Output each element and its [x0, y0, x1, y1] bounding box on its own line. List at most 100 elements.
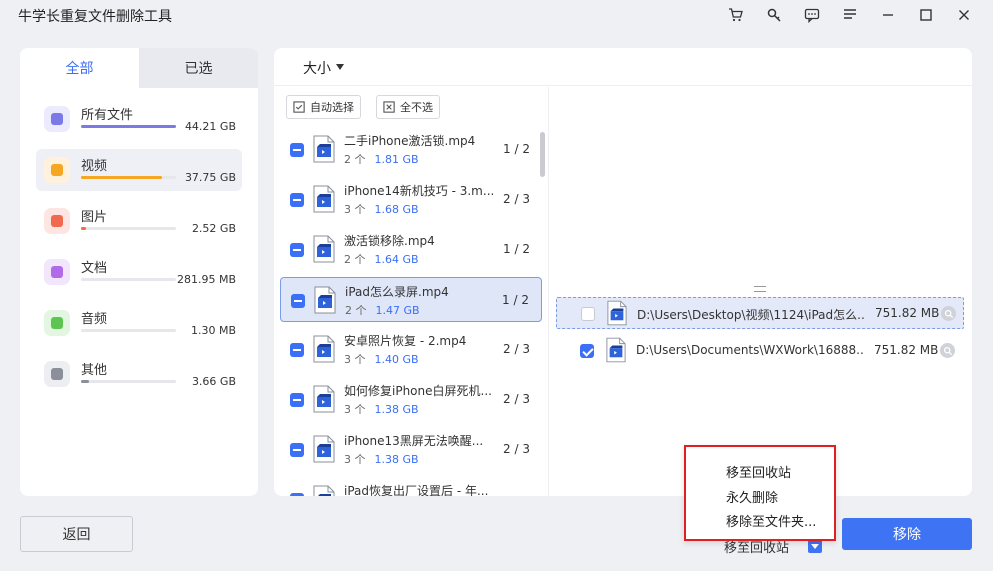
group-file-count: 3 个: [344, 353, 366, 366]
category-item-all-files[interactable]: 所有文件 44.21 GB: [36, 98, 242, 140]
group-checkbox[interactable]: [290, 393, 304, 407]
group-file-name: 二手iPhone激活锁.mp4: [344, 134, 476, 148]
video-file-icon: [313, 335, 335, 363]
group-selected-count: 1 / 2: [502, 293, 529, 307]
group-checkbox[interactable]: [290, 343, 304, 357]
group-file-count: 3 个: [344, 403, 366, 416]
group-row[interactable]: iPad恢复出厂设置后 - 年...: [280, 477, 542, 496]
duplicate-file-size: 751.82 MB: [875, 306, 940, 320]
menu-item-recycle-bin[interactable]: 移至回收站: [726, 462, 791, 481]
group-size: 1.38 GB: [374, 403, 419, 416]
category-name: 所有文件: [81, 108, 134, 123]
menu-item-move-to-folder[interactable]: 移除至文件夹...: [726, 511, 816, 530]
title-bar: 牛学长重复文件删除工具: [0, 0, 993, 32]
group-checkbox[interactable]: [290, 143, 304, 157]
category-name: 音频: [81, 312, 108, 327]
group-row[interactable]: iPhone13黑屏无法唤醒... 3 个 1.38 GB 2 / 3: [280, 427, 542, 472]
preview-icon[interactable]: [941, 306, 956, 321]
category-usage-bar: [81, 278, 176, 281]
group-file-name: 如何修复iPhone白屏死机...: [344, 384, 492, 398]
category-usage-bar: [81, 125, 176, 128]
group-size: 1.81 GB: [374, 153, 419, 166]
video-file-icon: [313, 385, 335, 413]
preview-icon[interactable]: [940, 343, 955, 358]
group-row[interactable]: 二手iPhone激活锁.mp4 2 个 1.81 GB 1 / 2: [280, 127, 542, 172]
duplicate-checkbox[interactable]: [581, 307, 595, 321]
group-checkbox[interactable]: [290, 243, 304, 257]
group-file-count: 2 个: [345, 304, 367, 317]
category-panel: 全部 已选 所有文件 44.21 GB 视频 37.75 GB 图片 2.52 GB 文档 2…: [20, 48, 258, 496]
deselect-all-button[interactable]: 全不选: [376, 95, 440, 119]
group-meta: 2 个 1.47 GB: [345, 302, 420, 318]
app-title: 牛学长重复文件删除工具: [18, 9, 172, 25]
duplicate-file-row[interactable]: D:\Users\Documents\WXWork\16888... 751.82…: [556, 335, 964, 367]
key-icon[interactable]: [755, 4, 793, 26]
category-name: 图片: [81, 210, 108, 225]
minimize-icon[interactable]: [869, 4, 907, 26]
category-item-images[interactable]: 图片 2.52 GB: [36, 200, 242, 242]
resize-handle[interactable]: [754, 286, 766, 292]
deselect-icon: [383, 100, 395, 113]
duplicate-file-row[interactable]: D:\Users\Desktop\视频\1124\iPad怎么... 751.82…: [556, 297, 964, 329]
move-action-menu: 移至回收站 永久删除 移除至文件夹...: [684, 445, 836, 541]
group-size: 1.64 GB: [374, 253, 419, 266]
duplicate-checkbox[interactable]: [580, 344, 594, 358]
category-size: 2.52 GB: [191, 222, 236, 235]
group-checkbox[interactable]: [290, 493, 304, 496]
group-row[interactable]: 如何修复iPhone白屏死机... 3 个 1.38 GB 2 / 3: [280, 377, 542, 422]
category-usage-bar: [81, 380, 176, 383]
tab-all[interactable]: 全部: [20, 48, 139, 88]
video-icon: [44, 157, 70, 183]
group-checkbox[interactable]: [291, 294, 305, 308]
menu-icon[interactable]: [831, 4, 869, 26]
close-icon[interactable]: [945, 4, 983, 26]
group-row[interactable]: iPhone14新机技巧 - 3.m... 3 个 1.68 GB 2 / 3: [280, 177, 542, 222]
group-file-count: 2 个: [344, 253, 366, 266]
group-checkbox[interactable]: [290, 443, 304, 457]
group-size: 1.40 GB: [374, 353, 419, 366]
group-selected-count: 1 / 2: [503, 242, 530, 256]
category-item-documents[interactable]: 文档 281.95 MB: [36, 251, 242, 293]
remove-button[interactable]: 移除: [842, 518, 972, 550]
category-size: 44.21 GB: [184, 120, 236, 133]
group-meta: 3 个 1.38 GB: [344, 401, 419, 417]
cart-icon[interactable]: [717, 4, 755, 26]
maximize-icon[interactable]: [907, 4, 945, 26]
duplicate-file-path: D:\Users\Desktop\视频\1124\iPad怎么...: [637, 308, 865, 322]
category-item-video[interactable]: 视频 37.75 GB: [36, 149, 242, 191]
group-selected-count: 2 / 3: [503, 342, 530, 356]
feedback-icon[interactable]: [793, 4, 831, 26]
list-scrollbar[interactable]: [540, 132, 545, 177]
group-row[interactable]: iPad怎么录屏.mp4 2 个 1.47 GB 1 / 2: [280, 277, 542, 322]
group-checkbox[interactable]: [290, 193, 304, 207]
video-file-icon: [313, 135, 335, 163]
group-meta: 3 个 1.68 GB: [344, 201, 419, 217]
group-file-name: iPhone14新机技巧 - 3.m...: [344, 184, 494, 198]
group-row[interactable]: 安卓照片恢复 - 2.mp4 3 个 1.40 GB 2 / 3: [280, 327, 542, 372]
caret-down-icon[interactable]: [336, 64, 344, 70]
audio-icon: [44, 310, 70, 336]
group-file-name: iPhone13黑屏无法唤醒...: [344, 434, 484, 448]
group-row[interactable]: 激活锁移除.mp4 2 个 1.64 GB 1 / 2: [280, 227, 542, 272]
chevron-down-icon[interactable]: [808, 539, 822, 553]
auto-select-button[interactable]: 自动选择: [286, 95, 361, 119]
category-item-audio[interactable]: 音频 1.30 MB: [36, 302, 242, 344]
group-meta: 2 个 1.81 GB: [344, 151, 419, 167]
category-item-other[interactable]: 其他 3.66 GB: [36, 353, 242, 395]
video-file-icon: [313, 435, 335, 463]
category-tabs: 全部 已选: [20, 48, 258, 88]
all-files-icon: [44, 106, 70, 132]
menu-item-permanent-delete[interactable]: 永久删除: [726, 487, 778, 506]
category-usage-bar: [81, 227, 176, 230]
sort-dropdown[interactable]: 大小: [303, 58, 331, 78]
tab-selected[interactable]: 已选: [139, 48, 258, 88]
video-file-icon: [606, 337, 626, 363]
group-size: 1.47 GB: [375, 304, 420, 317]
group-file-count: 2 个: [344, 153, 366, 166]
auto-select-icon: [293, 100, 305, 113]
duplicate-file-size: 751.82 MB: [874, 343, 939, 357]
document-icon: [44, 259, 70, 285]
video-file-icon: [313, 235, 335, 263]
back-button[interactable]: 返回: [20, 516, 133, 552]
other-icon: [44, 361, 70, 387]
